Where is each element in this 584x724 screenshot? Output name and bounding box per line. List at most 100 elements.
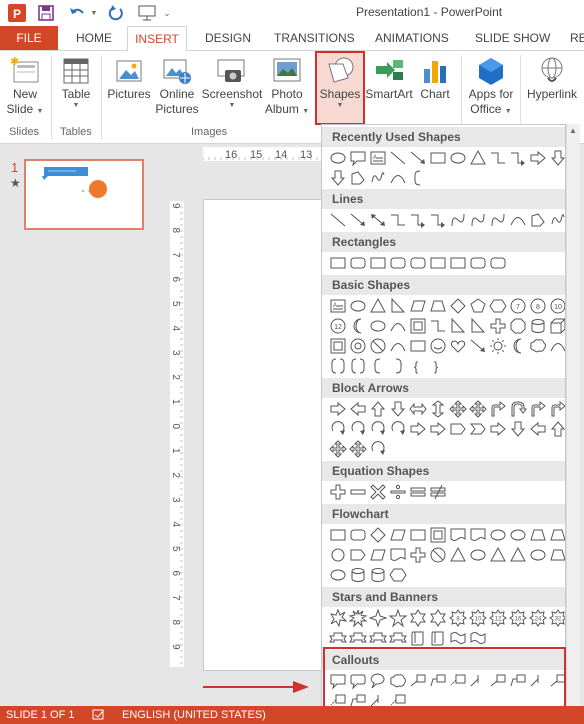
numstar-shape: 24 bbox=[529, 609, 547, 627]
hex-shape bbox=[389, 568, 407, 582]
pentarrow-shape bbox=[350, 549, 366, 561]
ruler-tick-label: 1 bbox=[170, 448, 181, 454]
circle-shape bbox=[331, 548, 345, 562]
uarrow-shape bbox=[370, 401, 386, 417]
left-brace-shape[interactable]: { bbox=[406, 356, 426, 376]
uarrow-shape bbox=[550, 421, 565, 437]
tab-animations[interactable]: ANIMATIONS bbox=[375, 26, 449, 50]
frame-shape bbox=[410, 318, 426, 334]
block-arrow-shapes[interactable] bbox=[328, 399, 566, 419]
block-arrow-shapes[interactable] bbox=[328, 439, 566, 459]
tab-review[interactable]: RE bbox=[570, 26, 584, 50]
scroll-up-icon[interactable]: ▲ bbox=[569, 126, 577, 135]
arc-shape bbox=[390, 343, 406, 352]
banner-shapes[interactable] bbox=[328, 628, 566, 648]
red-pointer-arrow-icon bbox=[203, 681, 309, 693]
flowchart-shapes[interactable] bbox=[328, 565, 566, 585]
star4-shape bbox=[368, 608, 388, 628]
block-arrows-row bbox=[328, 419, 566, 439]
rbracket-shape bbox=[395, 358, 402, 374]
recent-shapes[interactable] bbox=[328, 168, 566, 188]
smartart-button[interactable]: SmartArt bbox=[365, 53, 413, 123]
numstar-shape: 32 bbox=[549, 609, 565, 627]
photo-album-button[interactable]: Photo Album ▼ bbox=[262, 53, 312, 123]
start-from-beginning-icon[interactable] bbox=[136, 3, 158, 23]
tab-home[interactable]: HOME bbox=[76, 26, 112, 50]
vertical-ruler: 9 8 7 6 5 4 3 2 1 0 1 2 3 4 5 6 7 8 9 bbox=[170, 200, 184, 667]
right-brace-shape[interactable]: } bbox=[426, 356, 446, 376]
online-pictures-button[interactable]: Online Pictures bbox=[154, 53, 200, 123]
svg-text:8: 8 bbox=[456, 617, 460, 623]
slide-thumbnail[interactable] bbox=[24, 159, 144, 230]
table-button[interactable]: Table ▼ bbox=[56, 53, 96, 123]
svg-text:12: 12 bbox=[495, 617, 502, 623]
tab-insert[interactable]: INSERT bbox=[127, 26, 187, 51]
basic-shapes[interactable] bbox=[328, 356, 406, 376]
rectangle-shapes[interactable] bbox=[328, 253, 566, 273]
bentarrow-shape bbox=[531, 400, 546, 417]
ruler-tick-label: 1 bbox=[170, 399, 181, 405]
rtri-shape bbox=[451, 317, 466, 333]
nosymbol-shape bbox=[370, 338, 386, 354]
undo-icon[interactable] bbox=[66, 3, 88, 23]
tab-slide-show[interactable]: SLIDE SHOW bbox=[475, 26, 550, 50]
numcircle-shape: 12 bbox=[330, 318, 346, 334]
rarrow-shape bbox=[430, 421, 446, 437]
basic-shapes[interactable]: A 7 8 10 bbox=[328, 296, 566, 316]
hyperlink-button[interactable]: Hyperlink bbox=[524, 53, 580, 123]
flowchart-shapes[interactable] bbox=[328, 525, 566, 545]
language-indicator[interactable]: ENGLISH (UNITED STATES) bbox=[122, 709, 266, 721]
darrow-shape bbox=[390, 401, 406, 417]
save-icon[interactable] bbox=[36, 3, 56, 23]
chart-button[interactable]: Chart bbox=[414, 53, 456, 123]
ruler-tick-label: 2 bbox=[170, 375, 181, 381]
cloud-shape bbox=[530, 339, 546, 353]
elbowarrow-shape bbox=[431, 214, 445, 228]
basic-shapes-row: A 7 8 10 bbox=[328, 296, 566, 316]
shapes-gallery: Recently Used Shapes A Lines Rectangles … bbox=[321, 124, 566, 718]
screenshot-button[interactable]: Screenshot ▼ bbox=[202, 53, 262, 123]
numcircle-shape: 8 bbox=[530, 298, 546, 314]
svg-text:8: 8 bbox=[536, 304, 540, 311]
elbow-shape bbox=[391, 214, 405, 226]
proofing-icon[interactable] bbox=[92, 709, 106, 724]
recent-shapes[interactable]: A bbox=[328, 148, 566, 168]
doc-shape bbox=[450, 528, 466, 541]
diamond-shape bbox=[450, 298, 466, 314]
quadarrow-shape bbox=[469, 400, 487, 418]
pictures-button[interactable]: Pictures bbox=[106, 53, 152, 123]
new-slide-button[interactable]: ✱ New Slide ▼ bbox=[4, 53, 46, 123]
star-shapes[interactable]: 8 10 12 16 24 32 bbox=[328, 608, 566, 628]
customize-toolbar-icon[interactable]: ⌄ bbox=[160, 3, 174, 23]
equation-shapes[interactable] bbox=[328, 482, 566, 502]
tri-shape bbox=[510, 546, 526, 562]
flowchart-shapes[interactable] bbox=[328, 545, 566, 565]
block-arrows-row bbox=[328, 439, 566, 459]
ruler-tick-label: 4 bbox=[170, 522, 181, 528]
line-shapes[interactable] bbox=[328, 210, 566, 230]
basic-shapes[interactable]: 12 bbox=[328, 316, 566, 336]
apps-for-office-button[interactable]: Apps for Office ▼ bbox=[464, 53, 518, 123]
dropdown-scrollbar[interactable]: ▲ ▼ bbox=[566, 124, 580, 718]
block-arrow-shapes[interactable] bbox=[328, 419, 566, 439]
tab-design[interactable]: DESIGN bbox=[205, 26, 251, 50]
svg-text:12: 12 bbox=[334, 324, 342, 331]
tab-transitions[interactable]: TRANSITIONS bbox=[274, 26, 355, 50]
ruler-tick-label: 8 bbox=[170, 228, 181, 234]
curve-shape bbox=[451, 213, 465, 227]
rarrow-shape bbox=[530, 150, 546, 166]
diamond-shape bbox=[370, 527, 386, 543]
numstar-shape: 16 bbox=[509, 609, 527, 627]
redo-repeat-icon[interactable] bbox=[106, 3, 126, 23]
frame-shape bbox=[430, 527, 446, 543]
arc-shape bbox=[510, 217, 526, 226]
tab-file[interactable]: FILE bbox=[0, 26, 58, 50]
chevron-down-icon: ▼ bbox=[72, 102, 80, 109]
shapes-button[interactable]: Shapes ▼ bbox=[315, 51, 365, 125]
undo-dropdown-icon[interactable]: ▼ bbox=[88, 3, 100, 23]
ribbon-shape bbox=[389, 632, 407, 643]
textbox-shape: A bbox=[330, 299, 346, 313]
rect-shape bbox=[430, 152, 446, 164]
basic-shapes[interactable] bbox=[328, 336, 566, 356]
callout-shape bbox=[350, 151, 366, 167]
